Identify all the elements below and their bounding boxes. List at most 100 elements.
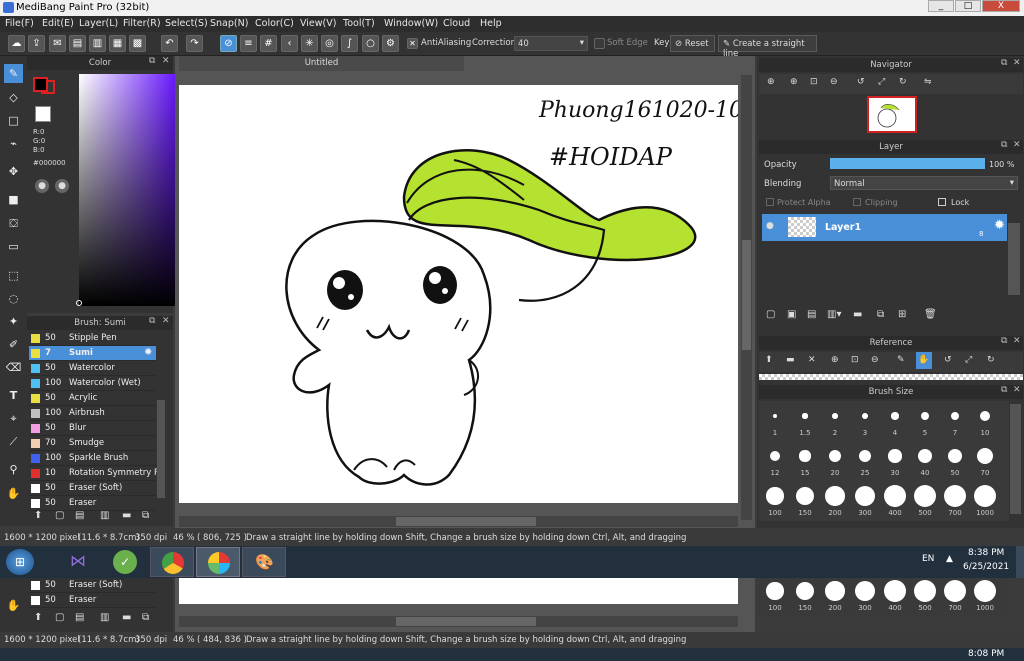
brush-menu-icon[interactable]: ▤ xyxy=(75,510,84,521)
parallel-snap-icon[interactable]: ≡ xyxy=(240,35,257,52)
brush-size-option[interactable]: 400 xyxy=(881,485,909,517)
cloud-icon[interactable]: ☁ xyxy=(8,35,25,52)
zoom-out-icon[interactable]: ⊖ xyxy=(871,355,879,365)
select-pen-icon[interactable]: ✐ xyxy=(4,335,23,354)
brush-size-option[interactable]: 12 xyxy=(761,445,789,477)
vertical-scroll-thumb[interactable] xyxy=(742,240,751,350)
protect-alpha-checkbox[interactable] xyxy=(766,198,774,206)
fit-window-icon[interactable]: ⤢ xyxy=(965,355,972,365)
eraser-tool-icon[interactable]: ◇ xyxy=(4,88,23,107)
antialiasing-checkbox[interactable]: ✕ xyxy=(407,38,418,49)
rotate-left-icon[interactable]: ↺ xyxy=(857,77,865,87)
horizontal-scroll-thumb[interactable] xyxy=(396,517,536,526)
brush-size-option[interactable]: 150 xyxy=(791,580,819,612)
layer-row[interactable]: ● Layer1 8 ✹ xyxy=(762,214,1007,241)
brush-size-option[interactable]: 30 xyxy=(881,445,909,477)
operation-tool-icon[interactable]: ⌖ xyxy=(4,409,23,428)
list-item[interactable]: 50 Stipple Pen xyxy=(29,331,156,346)
show-desktop-button[interactable] xyxy=(1016,546,1024,578)
brush-size-option[interactable]: 300 xyxy=(851,485,879,517)
menu-cloud[interactable]: Cloud xyxy=(443,18,470,29)
list-item[interactable]: 100 Sparkle Brush xyxy=(29,451,156,466)
share-icon[interactable]: ⇪ xyxy=(28,35,45,52)
zoom-out-icon[interactable]: ⊖ xyxy=(830,77,838,87)
brush-size-option[interactable]: 150 xyxy=(791,485,819,517)
minimize-button[interactable]: _ xyxy=(928,0,954,12)
brush-scrollbar[interactable] xyxy=(157,400,165,498)
eyedropper-icon[interactable]: ⚲ xyxy=(4,460,23,479)
dot-tool-icon[interactable]: ⌁ xyxy=(4,134,23,153)
new-halftone-layer-icon[interactable]: ▣ xyxy=(787,309,796,320)
restore-button[interactable]: □ xyxy=(955,0,981,12)
list-item[interactable]: 7 Sumi ✹ xyxy=(29,346,156,361)
reset-button[interactable]: ⊘ Reset xyxy=(670,35,715,52)
hand-icon[interactable]: ✋ xyxy=(916,352,932,369)
zoom-in-icon[interactable]: ⊕ xyxy=(790,77,798,87)
comment-icon[interactable]: ✉ xyxy=(49,35,66,52)
undock-icon[interactable]: ⧉ xyxy=(1001,336,1007,346)
close-icon[interactable]: ✕ xyxy=(1013,140,1021,150)
close-icon[interactable]: ✕ xyxy=(808,355,816,365)
brush-size-option[interactable]: 100 xyxy=(761,580,789,612)
menu-window[interactable]: Window(W) xyxy=(384,18,438,29)
brush-size-option[interactable]: 200 xyxy=(821,485,849,517)
brush-size-option[interactable]: 1.5 xyxy=(791,405,819,437)
list-item[interactable]: 50 Eraser (Soft) xyxy=(29,578,156,593)
list-item[interactable]: 100 Airbrush xyxy=(29,406,156,421)
list-item[interactable]: 50 Watercolor xyxy=(29,361,156,376)
vanishing-snap-icon[interactable]: ‹ xyxy=(281,35,298,52)
text-tool-icon[interactable]: T xyxy=(4,386,23,405)
rectangle-tool-icon[interactable]: □ xyxy=(4,111,23,130)
snap-off-icon[interactable]: ⊘ xyxy=(220,35,237,52)
horizontal-scrollbar[interactable] xyxy=(179,516,738,527)
brush-size-option[interactable]: 400 xyxy=(881,580,909,612)
save-icon[interactable]: ▤ xyxy=(69,35,86,52)
curve-snap-icon[interactable]: ∫ xyxy=(341,35,358,52)
new-brush-icon[interactable]: ▢ xyxy=(55,510,64,521)
gear-icon[interactable]: ✹ xyxy=(144,347,152,358)
brush-size-option[interactable]: 500 xyxy=(911,580,939,612)
menu-edit[interactable]: Edit(E) xyxy=(42,18,74,29)
menu-snap[interactable]: Snap(N) xyxy=(210,18,248,29)
layer-scrollbar[interactable] xyxy=(1008,223,1020,295)
list-item[interactable]: 70 Smudge xyxy=(29,436,156,451)
brush-size-option[interactable]: 5 xyxy=(911,405,939,437)
brush-size-option[interactable]: 50 xyxy=(941,445,969,477)
new-layer-icon[interactable]: ▢ xyxy=(766,309,775,320)
brush-menu-icon[interactable]: ▤ xyxy=(75,612,84,623)
menu-color[interactable]: Color(C) xyxy=(255,18,294,29)
close-icon[interactable]: ✕ xyxy=(1013,58,1021,68)
flip-icon[interactable]: ⇋ xyxy=(924,77,932,87)
gear-icon[interactable]: ✹ xyxy=(994,218,1005,233)
list-item[interactable]: 50 Eraser (Soft) xyxy=(29,481,156,496)
saturation-value-picker[interactable] xyxy=(79,74,175,306)
menu-help[interactable]: Help xyxy=(480,18,502,29)
zoom-in-icon[interactable]: ⊕ xyxy=(831,355,839,365)
brush-size-option[interactable]: 3 xyxy=(851,405,879,437)
close-icon[interactable]: ✕ xyxy=(162,56,170,66)
brush-size-option[interactable]: 100 xyxy=(761,485,789,517)
blending-select[interactable]: Normal ▾ xyxy=(830,176,1018,190)
list-item[interactable]: 50 Eraser xyxy=(29,496,156,511)
undock-icon[interactable]: ⧉ xyxy=(1001,58,1007,68)
brush-size-option[interactable]: 300 xyxy=(851,580,879,612)
gradient-tool-icon[interactable]: ▭ xyxy=(4,237,23,256)
close-icon[interactable]: ✕ xyxy=(1013,336,1021,346)
brush-size-scrollbar[interactable] xyxy=(1010,404,1021,514)
bucket-tool-icon[interactable]: ⛋ xyxy=(4,214,23,233)
language-indicator[interactable]: EN xyxy=(922,554,934,564)
duplicate-icon[interactable]: ⧉ xyxy=(877,309,884,320)
divide-tool-icon[interactable]: ⟋ xyxy=(4,432,23,451)
select-eraser-icon[interactable]: ⌫ xyxy=(4,358,23,377)
layers-icon[interactable]: ▦ xyxy=(109,35,126,52)
medibang-taskbar-button[interactable] xyxy=(196,547,240,577)
brush-size-option[interactable]: 4 xyxy=(881,405,909,437)
app-icon[interactable]: ✓ xyxy=(113,550,137,574)
list-item[interactable]: 50 Blur xyxy=(29,421,156,436)
ellipse-snap-icon[interactable]: ○ xyxy=(362,35,379,52)
visual-studio-icon[interactable]: ⋈ xyxy=(67,551,89,573)
add-brush-icon[interactable]: ⬆ xyxy=(34,510,42,521)
circle-snap-icon[interactable]: ◎ xyxy=(321,35,338,52)
merge-icon[interactable]: ⊞ xyxy=(898,309,906,320)
paint-taskbar-button[interactable]: 🎨 xyxy=(242,547,286,577)
